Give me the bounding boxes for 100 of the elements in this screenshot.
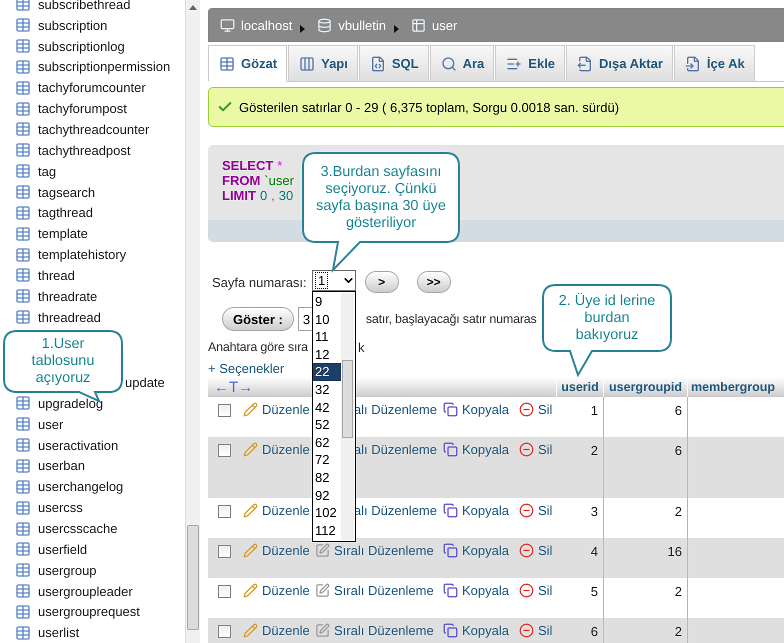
table-icon <box>15 246 31 263</box>
table-cell: 16 <box>604 538 688 578</box>
copy-icon <box>443 442 458 457</box>
delete-link[interactable]: Sil <box>519 543 553 558</box>
delete-link[interactable]: Sil <box>519 583 553 598</box>
delete-link[interactable]: Sil <box>519 503 553 518</box>
column-arrows[interactable]: ←T→ <box>214 378 254 396</box>
table-name[interactable]: subscriptionlog <box>38 38 125 54</box>
edit-link[interactable]: Düzenle <box>243 402 315 417</box>
row-checkbox[interactable] <box>218 545 231 558</box>
copy-link[interactable]: Kopyala <box>443 503 519 518</box>
copy-icon <box>443 543 458 558</box>
tab[interactable]: Gözat <box>208 45 288 82</box>
delete-icon <box>519 402 534 417</box>
column-header[interactable]: userid <box>557 377 604 397</box>
page-number-label: Sayfa numarası: <box>212 274 307 290</box>
table-name[interactable]: tagthread <box>38 205 93 220</box>
table-name[interactable]: tachythreadpost <box>38 142 131 158</box>
tab[interactable]: Yapı <box>288 45 358 82</box>
copy-link[interactable]: Kopyala <box>443 543 519 558</box>
page-select[interactable]: 1 <box>312 270 356 291</box>
table-icon <box>15 226 31 242</box>
table-icon <box>15 624 31 641</box>
tab[interactable]: Dışa Aktar <box>566 45 673 82</box>
edit-link[interactable]: Düzenle <box>243 583 315 598</box>
delete-link[interactable]: Sil <box>519 402 553 417</box>
table-icon <box>15 583 31 600</box>
inline-edit-link[interactable]: Sıralı Düzenleme <box>315 583 437 598</box>
table-name[interactable]: usergrouprequest <box>38 604 140 620</box>
row-checkbox[interactable] <box>218 505 231 518</box>
delete-icon <box>519 623 534 638</box>
tab[interactable]: Ekle <box>495 45 566 82</box>
table-name[interactable]: tachythreadcounter <box>38 122 150 137</box>
sql-token: * <box>277 158 282 173</box>
table-name[interactable]: subscriptionpermission <box>38 59 170 74</box>
edit-link[interactable]: Düzenle <box>243 623 315 638</box>
table-name[interactable]: subscription <box>38 18 108 33</box>
table-name[interactable]: usercsscache <box>38 521 118 536</box>
table-name[interactable]: useractivation <box>38 438 118 453</box>
table-icon <box>15 204 31 221</box>
inline-edit-link[interactable]: Sıralı Düzenleme <box>315 543 437 558</box>
column-header[interactable]: membergroup <box>688 377 784 397</box>
tab[interactable]: SQL <box>358 45 429 82</box>
inline-edit-link[interactable]: Sıralı Düzenleme <box>315 623 437 638</box>
table-name[interactable]: update <box>125 375 165 390</box>
table-name[interactable]: userchangelog <box>38 479 124 494</box>
table-name[interactable]: tachyforumcounter <box>38 80 146 96</box>
table-icon <box>15 80 31 96</box>
scrollbar[interactable] <box>185 0 200 643</box>
table-name[interactable]: threadread <box>38 310 101 325</box>
table-name[interactable]: userban <box>38 458 85 474</box>
table-name[interactable]: usercss <box>38 500 83 516</box>
edit-link[interactable]: Düzenle <box>243 442 315 457</box>
scrollbar[interactable] <box>341 292 355 541</box>
edit-link[interactable]: Düzenle <box>243 543 315 558</box>
monitor-icon <box>220 18 235 32</box>
tab[interactable]: Ara <box>430 45 494 82</box>
column-header[interactable]: usergroupid <box>604 377 688 397</box>
table-name[interactable]: tag <box>38 164 56 179</box>
table-cell: 2 <box>604 618 688 643</box>
copy-icon <box>443 583 458 598</box>
copy-link[interactable]: Kopyala <box>443 402 519 417</box>
delete-icon <box>519 442 534 457</box>
table-name[interactable]: user <box>38 416 64 432</box>
breadcrumb-link[interactable]: user <box>432 18 458 32</box>
table-icon <box>15 562 31 578</box>
row-checkbox[interactable] <box>218 404 231 417</box>
table-name[interactable]: threadrate <box>38 288 98 304</box>
table-name[interactable]: template <box>38 226 88 242</box>
table-name[interactable]: tachyforumpost <box>38 101 127 116</box>
table-name[interactable]: userlist <box>38 625 80 640</box>
table-name[interactable]: thread <box>38 268 75 283</box>
dropdown-option[interactable]: 22 <box>313 363 341 381</box>
show-button[interactable]: Göster : <box>222 307 294 331</box>
tab[interactable]: İçe Ak <box>674 45 755 82</box>
copy-link[interactable]: Kopyala <box>443 583 519 598</box>
copy-link[interactable]: Kopyala <box>443 623 519 638</box>
columns-icon <box>299 56 316 72</box>
row-checkbox[interactable] <box>218 444 231 457</box>
row-checkbox[interactable] <box>218 625 231 638</box>
table-name[interactable]: userfield <box>38 542 88 557</box>
delete-link[interactable]: Sil <box>519 442 553 457</box>
copy-link[interactable]: Kopyala <box>443 442 519 457</box>
table-icon <box>15 58 31 75</box>
row-checkbox[interactable] <box>218 585 231 598</box>
pencil-icon <box>315 623 330 638</box>
table-icon <box>15 267 31 284</box>
pencil-icon <box>243 442 258 457</box>
separator-icon <box>300 25 306 33</box>
table-name[interactable]: templatehistory <box>38 247 126 262</box>
next-page-button[interactable]: >> <box>416 271 451 293</box>
delete-link[interactable]: Sil <box>519 623 553 638</box>
breadcrumb-link[interactable]: vbulletin <box>338 18 386 32</box>
table-name[interactable]: tagsearch <box>38 184 96 200</box>
edit-link[interactable]: Düzenle <box>243 503 315 518</box>
breadcrumb-link[interactable]: localhost <box>241 18 292 32</box>
table-name[interactable]: usergroupleader <box>38 584 133 599</box>
options-link[interactable]: + Seçenekler <box>208 361 284 377</box>
next-page-button[interactable]: > <box>364 271 399 293</box>
table-name[interactable]: usergroup <box>38 562 97 578</box>
